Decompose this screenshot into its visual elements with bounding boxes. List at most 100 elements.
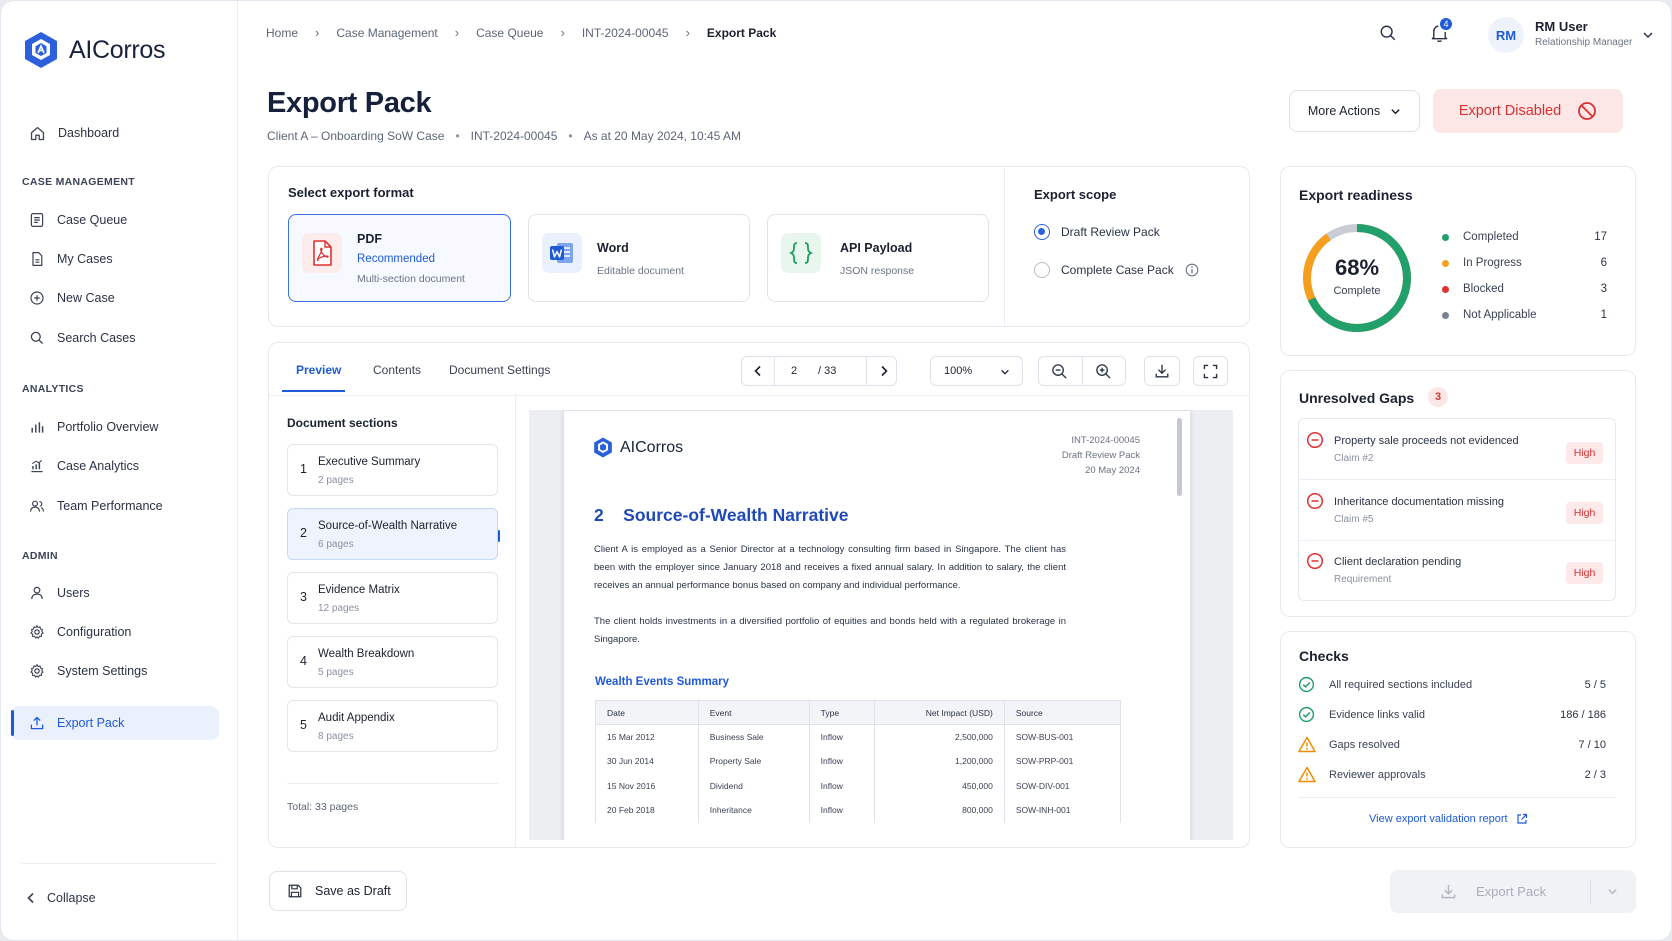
document-preview[interactable]: AICorros INT-2024-00045 Draft Review Pac… xyxy=(529,410,1233,840)
tab-preview[interactable]: Preview xyxy=(296,363,341,377)
gaps-title: Unresolved Gaps xyxy=(1299,390,1415,406)
col-net-impact: Net Impact (USD) xyxy=(873,700,1005,725)
chevron-left-icon xyxy=(27,892,34,904)
section-item[interactable]: 1 Executive Summary 2 pages xyxy=(287,444,498,496)
app-name: AICorros xyxy=(69,35,166,64)
pdf-description: Multi-section document xyxy=(357,273,465,285)
chevron-right-icon: › xyxy=(560,25,565,40)
doc-subheading: Wealth Events Summary xyxy=(595,676,730,688)
section-item[interactable]: 5 Audit Appendix 8 pages xyxy=(287,700,498,752)
collapse-sidebar-button[interactable]: Collapse xyxy=(7,881,215,915)
section-name: Audit Appendix xyxy=(318,712,395,724)
validation-report-link[interactable]: View export validation report xyxy=(1369,813,1528,825)
gap-item[interactable]: Inheritance documentation missing Claim … xyxy=(1298,486,1504,546)
info-icon[interactable] xyxy=(1185,263,1199,277)
page-current-input[interactable]: 2 xyxy=(791,365,797,377)
save-as-draft-button[interactable]: Save as Draft xyxy=(269,871,407,911)
breadcrumb-case-id[interactable]: INT-2024-00045 xyxy=(582,26,669,40)
check-row: Evidence links valid 186 / 186 xyxy=(1298,706,1606,723)
doc-brand-name: AICorros xyxy=(620,438,684,456)
section-name: Executive Summary xyxy=(318,456,421,468)
table-row: 20 Feb 2018 Inheritance Inflow 800,000 S… xyxy=(595,798,1122,823)
legend-value: 6 xyxy=(1600,257,1607,269)
nav-team-performance[interactable]: Team Performance xyxy=(11,489,219,523)
nav-new-case[interactable]: New Case xyxy=(11,281,219,315)
export-pack-button[interactable]: Export Pack xyxy=(1390,870,1636,913)
nav-my-cases-label: My Cases xyxy=(57,252,113,266)
nav-dashboard[interactable]: Dashboard xyxy=(11,116,219,150)
legend-label: Blocked xyxy=(1463,283,1504,295)
radio-selected[interactable] xyxy=(1034,224,1050,240)
app-logo[interactable]: AICorros xyxy=(23,31,166,69)
check-value: 5 / 5 xyxy=(1584,678,1606,691)
chevron-left-icon[interactable] xyxy=(752,365,764,377)
check-row: Gaps resolved 7 / 10 xyxy=(1298,736,1606,753)
chevron-down-icon[interactable] xyxy=(1607,886,1618,897)
breadcrumb-home[interactable]: Home xyxy=(266,26,298,40)
chevron-right-icon[interactable] xyxy=(878,365,890,377)
format-option-pdf[interactable]: PDF Recommended Multi-section document xyxy=(288,214,511,302)
download-button[interactable] xyxy=(1144,356,1180,386)
legend-label: Not Applicable xyxy=(1463,309,1537,321)
nav-case-queue[interactable]: Case Queue xyxy=(11,203,219,237)
divider xyxy=(1082,357,1083,385)
nav-users-label: Users xyxy=(57,586,90,600)
section-number: 5 xyxy=(300,718,307,732)
zoom-select[interactable]: 100% xyxy=(930,356,1023,386)
minus-circle-icon xyxy=(1306,431,1324,449)
code-braces-icon xyxy=(781,233,821,273)
scope-option-complete[interactable]: Complete Case Pack xyxy=(1034,262,1199,278)
sections-total: Total: 33 pages xyxy=(287,801,359,813)
legend-value: 17 xyxy=(1594,231,1607,243)
nav-users[interactable]: Users xyxy=(11,576,219,610)
search-icon[interactable] xyxy=(1379,24,1397,42)
nav-system-settings[interactable]: System Settings xyxy=(11,654,219,688)
active-tab-indicator xyxy=(282,390,345,392)
word-icon xyxy=(542,233,582,273)
doc-heading: 2 Source-of-Wealth Narrative xyxy=(594,505,849,525)
breadcrumb-case-queue[interactable]: Case Queue xyxy=(476,26,543,40)
breadcrumb-case-management[interactable]: Case Management xyxy=(336,26,437,40)
pdf-icon xyxy=(302,233,342,273)
severity-badge: High xyxy=(1566,442,1603,464)
zoom-out-icon[interactable] xyxy=(1051,363,1068,380)
aicorros-logo-icon xyxy=(594,437,612,458)
tab-contents[interactable]: Contents xyxy=(373,363,421,377)
export-disabled-button[interactable]: Export Disabled xyxy=(1433,89,1623,133)
check-value: 7 / 10 xyxy=(1578,738,1606,751)
tab-document-settings[interactable]: Document Settings xyxy=(449,363,550,377)
chevron-down-icon[interactable] xyxy=(1642,29,1654,41)
section-item[interactable]: 3 Evidence Matrix 12 pages xyxy=(287,572,498,624)
nav-portfolio-overview[interactable]: Portfolio Overview xyxy=(11,410,219,444)
readiness-title: Export readiness xyxy=(1299,187,1413,203)
radio-unselected[interactable] xyxy=(1034,262,1050,278)
sidebar-divider xyxy=(21,863,217,864)
avatar[interactable]: RM xyxy=(1488,17,1524,53)
format-option-word[interactable]: Word Editable document xyxy=(528,214,750,302)
nav-search-cases[interactable]: Search Cases xyxy=(11,321,219,355)
section-pages: 2 pages xyxy=(318,475,354,486)
section-item[interactable]: 4 Wealth Breakdown 5 pages xyxy=(287,636,498,688)
nav-configuration[interactable]: Configuration xyxy=(11,615,219,649)
nav-my-cases[interactable]: My Cases xyxy=(11,242,219,276)
gap-item[interactable]: Property sale proceeds not evidenced Cla… xyxy=(1298,425,1519,485)
scope-complete-label: Complete Case Pack xyxy=(1061,263,1174,277)
more-actions-button[interactable]: More Actions xyxy=(1289,90,1420,132)
scope-option-draft[interactable]: Draft Review Pack xyxy=(1034,224,1160,240)
pdf-name: PDF xyxy=(357,232,382,246)
preview-scrollbar[interactable] xyxy=(1177,418,1182,496)
cell: SOW-PRP-001 xyxy=(1003,749,1122,774)
user-name[interactable]: RM User xyxy=(1535,19,1588,34)
zoom-in-icon[interactable] xyxy=(1095,363,1112,380)
nav-case-analytics[interactable]: Case Analytics xyxy=(11,449,219,483)
format-option-api-payload[interactable]: API Payload JSON response xyxy=(767,214,989,302)
nav-export-pack[interactable]: Export Pack xyxy=(11,706,219,740)
gap-item[interactable]: Client declaration pending Requirement xyxy=(1298,546,1499,606)
table-header-row: Date Event Type Net Impact (USD) Source xyxy=(595,700,1122,725)
legend-dot xyxy=(1442,259,1449,267)
fullscreen-button[interactable] xyxy=(1193,356,1228,386)
section-item-active[interactable]: 2 Source-of-Wealth Narrative 6 pages xyxy=(287,508,498,560)
check-label: Evidence links valid xyxy=(1329,708,1425,721)
split-divider xyxy=(1590,879,1591,904)
severity-badge: High xyxy=(1566,562,1603,584)
